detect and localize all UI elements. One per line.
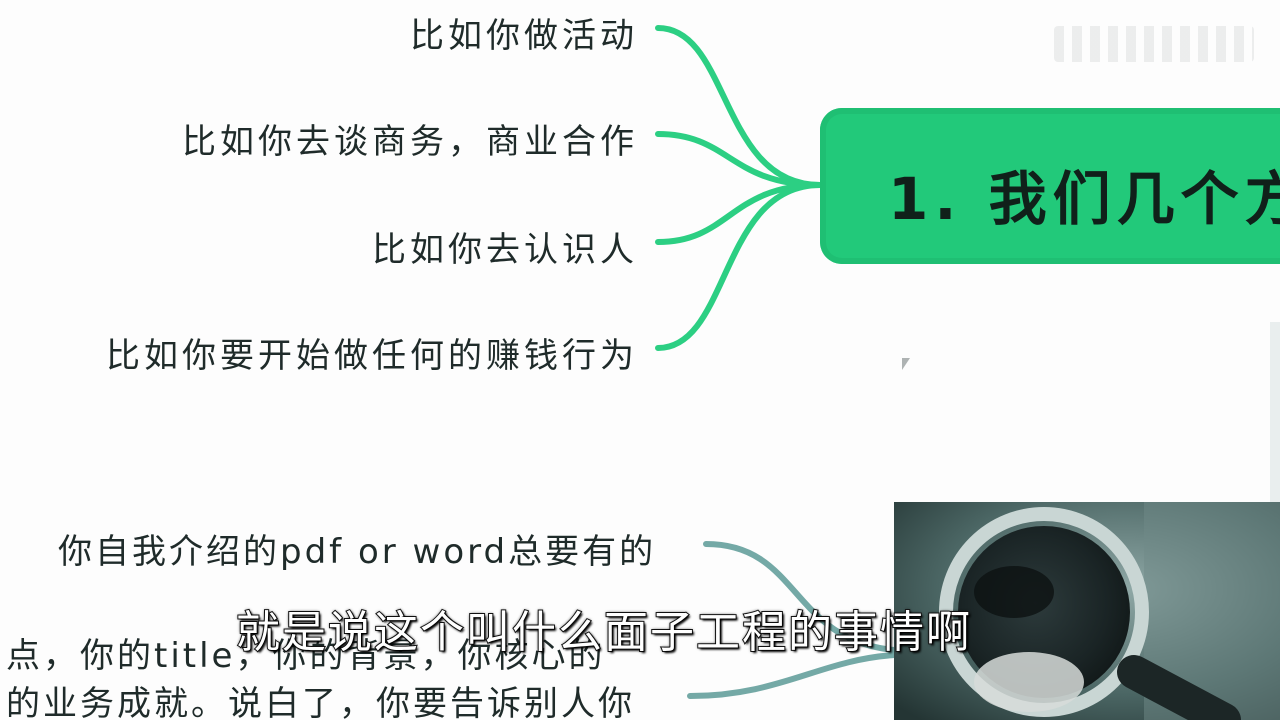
lower-line-1: 你自我介绍的pdf or word总要有的 — [58, 532, 657, 572]
lower-line-3: 的业务成就。说白了，你要告诉别人你 — [6, 684, 635, 720]
mouse-cursor-icon — [902, 358, 910, 370]
connector-branch-2 — [655, 131, 823, 188]
branch-business: 比如你去谈商务，商业合作 — [182, 122, 638, 162]
connector-branch-3 — [655, 182, 823, 245]
video-subtitle: 就是说这个叫什么面子工程的事情啊 — [235, 606, 972, 659]
branch-networking: 比如你去认识人 — [372, 230, 638, 270]
connector-lower-3 — [687, 652, 897, 699]
faded-watermark — [1054, 26, 1254, 62]
side-panel-edge — [1270, 322, 1280, 502]
branch-activity: 比如你做活动 — [410, 16, 638, 56]
slide-canvas: 比如你做活动 比如你去谈商务，商业合作 比如你去认识人 比如你要开始做任何的赚钱… — [0, 0, 1280, 720]
branch-earning: 比如你要开始做任何的赚钱行为 — [106, 336, 638, 376]
topic-title: 1. 我们几个方 — [888, 165, 1280, 233]
